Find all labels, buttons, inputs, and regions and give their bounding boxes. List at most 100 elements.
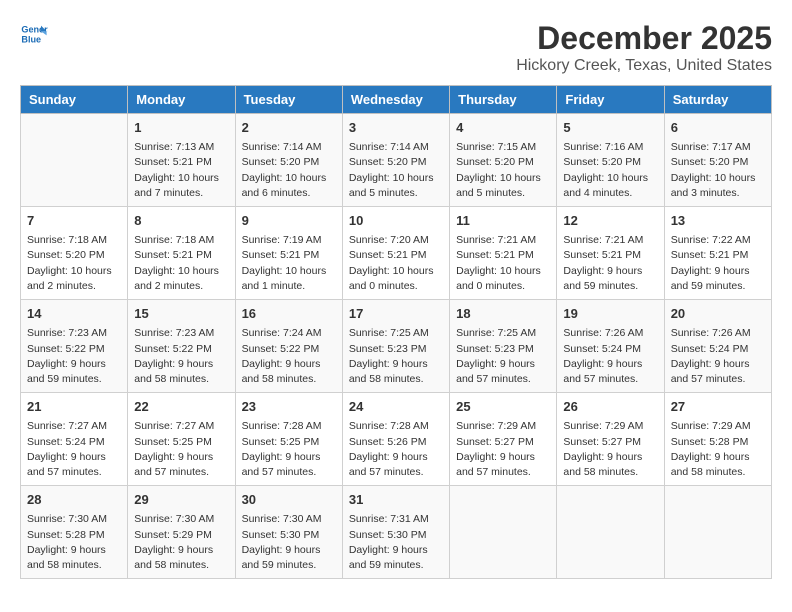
day-info: Sunrise: 7:14 AM Sunset: 5:20 PM Dayligh… <box>242 140 336 201</box>
calendar-cell: 24 Sunrise: 7:28 AM Sunset: 5:26 PM Dayli… <box>342 393 449 486</box>
title-area: December 2025 Hickory Creek, Texas, Unit… <box>516 20 772 75</box>
calendar-cell: 15 Sunrise: 7:23 AM Sunset: 5:22 PM Dayli… <box>128 300 235 393</box>
day-number: 9 <box>242 212 336 230</box>
day-info: Sunrise: 7:20 AM Sunset: 5:21 PM Dayligh… <box>349 233 443 294</box>
day-info: Sunrise: 7:30 AM Sunset: 5:29 PM Dayligh… <box>134 512 228 573</box>
day-number: 26 <box>563 398 657 416</box>
day-info: Sunrise: 7:29 AM Sunset: 5:27 PM Dayligh… <box>456 419 550 480</box>
day-info: Sunrise: 7:29 AM Sunset: 5:27 PM Dayligh… <box>563 419 657 480</box>
calendar-cell: 3 Sunrise: 7:14 AM Sunset: 5:20 PM Daylig… <box>342 114 449 207</box>
day-number: 4 <box>456 119 550 137</box>
day-info: Sunrise: 7:28 AM Sunset: 5:26 PM Dayligh… <box>349 419 443 480</box>
day-info: Sunrise: 7:22 AM Sunset: 5:21 PM Dayligh… <box>671 233 765 294</box>
logo-icon: General Blue <box>20 20 48 48</box>
col-header-sunday: Sunday <box>21 86 128 114</box>
day-number: 13 <box>671 212 765 230</box>
calendar-cell: 4 Sunrise: 7:15 AM Sunset: 5:20 PM Daylig… <box>450 114 557 207</box>
col-header-thursday: Thursday <box>450 86 557 114</box>
day-info: Sunrise: 7:28 AM Sunset: 5:25 PM Dayligh… <box>242 419 336 480</box>
calendar-cell: 13 Sunrise: 7:22 AM Sunset: 5:21 PM Dayli… <box>664 207 771 300</box>
calendar-cell: 29 Sunrise: 7:30 AM Sunset: 5:29 PM Dayli… <box>128 486 235 579</box>
day-number: 6 <box>671 119 765 137</box>
calendar-cell: 8 Sunrise: 7:18 AM Sunset: 5:21 PM Daylig… <box>128 207 235 300</box>
day-number: 24 <box>349 398 443 416</box>
calendar-cell: 18 Sunrise: 7:25 AM Sunset: 5:23 PM Dayli… <box>450 300 557 393</box>
day-number: 25 <box>456 398 550 416</box>
day-number: 19 <box>563 305 657 323</box>
calendar-cell: 1Sunrise: 7:13 AM Sunset: 5:21 PM Daylig… <box>128 114 235 207</box>
day-info: Sunrise: 7:27 AM Sunset: 5:25 PM Dayligh… <box>134 419 228 480</box>
day-number: 5 <box>563 119 657 137</box>
calendar-cell <box>557 486 664 579</box>
day-number: 30 <box>242 491 336 509</box>
calendar-week-row: 14Sunrise: 7:23 AM Sunset: 5:22 PM Dayli… <box>21 300 772 393</box>
calendar-cell: 5Sunrise: 7:16 AM Sunset: 5:20 PM Daylig… <box>557 114 664 207</box>
day-info: Sunrise: 7:30 AM Sunset: 5:30 PM Dayligh… <box>242 512 336 573</box>
day-info: Sunrise: 7:18 AM Sunset: 5:21 PM Dayligh… <box>134 233 228 294</box>
day-info: Sunrise: 7:25 AM Sunset: 5:23 PM Dayligh… <box>456 326 550 387</box>
day-info: Sunrise: 7:26 AM Sunset: 5:24 PM Dayligh… <box>671 326 765 387</box>
calendar-week-row: 28Sunrise: 7:30 AM Sunset: 5:28 PM Dayli… <box>21 486 772 579</box>
calendar-cell: 30 Sunrise: 7:30 AM Sunset: 5:30 PM Dayli… <box>235 486 342 579</box>
day-number: 3 <box>349 119 443 137</box>
col-header-wednesday: Wednesday <box>342 86 449 114</box>
calendar-table: SundayMondayTuesdayWednesdayThursdayFrid… <box>20 85 772 579</box>
day-number: 15 <box>134 305 228 323</box>
day-info: Sunrise: 7:31 AM Sunset: 5:30 PM Dayligh… <box>349 512 443 573</box>
day-info: Sunrise: 7:25 AM Sunset: 5:23 PM Dayligh… <box>349 326 443 387</box>
day-info: Sunrise: 7:29 AM Sunset: 5:28 PM Dayligh… <box>671 419 765 480</box>
day-info: Sunrise: 7:19 AM Sunset: 5:21 PM Dayligh… <box>242 233 336 294</box>
calendar-cell: 9 Sunrise: 7:19 AM Sunset: 5:21 PM Daylig… <box>235 207 342 300</box>
calendar-cell: 11 Sunrise: 7:21 AM Sunset: 5:21 PM Dayli… <box>450 207 557 300</box>
calendar-cell: 10 Sunrise: 7:20 AM Sunset: 5:21 PM Dayli… <box>342 207 449 300</box>
day-info: Sunrise: 7:23 AM Sunset: 5:22 PM Dayligh… <box>27 326 121 387</box>
day-number: 23 <box>242 398 336 416</box>
col-header-saturday: Saturday <box>664 86 771 114</box>
day-info: Sunrise: 7:21 AM Sunset: 5:21 PM Dayligh… <box>456 233 550 294</box>
header-row: SundayMondayTuesdayWednesdayThursdayFrid… <box>21 86 772 114</box>
day-info: Sunrise: 7:23 AM Sunset: 5:22 PM Dayligh… <box>134 326 228 387</box>
day-number: 11 <box>456 212 550 230</box>
calendar-cell: 28Sunrise: 7:30 AM Sunset: 5:28 PM Dayli… <box>21 486 128 579</box>
calendar-cell <box>664 486 771 579</box>
calendar-cell: 7Sunrise: 7:18 AM Sunset: 5:20 PM Daylig… <box>21 207 128 300</box>
calendar-cell: 6 Sunrise: 7:17 AM Sunset: 5:20 PM Daylig… <box>664 114 771 207</box>
calendar-cell: 23 Sunrise: 7:28 AM Sunset: 5:25 PM Dayli… <box>235 393 342 486</box>
calendar-cell: 12 Sunrise: 7:21 AM Sunset: 5:21 PM Dayli… <box>557 207 664 300</box>
calendar-week-row: 7Sunrise: 7:18 AM Sunset: 5:20 PM Daylig… <box>21 207 772 300</box>
day-number: 12 <box>563 212 657 230</box>
day-number: 31 <box>349 491 443 509</box>
svg-text:Blue: Blue <box>21 34 41 44</box>
calendar-week-row: 21Sunrise: 7:27 AM Sunset: 5:24 PM Dayli… <box>21 393 772 486</box>
calendar-cell: 16 Sunrise: 7:24 AM Sunset: 5:22 PM Dayli… <box>235 300 342 393</box>
day-info: Sunrise: 7:14 AM Sunset: 5:20 PM Dayligh… <box>349 140 443 201</box>
calendar-cell: 27 Sunrise: 7:29 AM Sunset: 5:28 PM Dayli… <box>664 393 771 486</box>
day-number: 27 <box>671 398 765 416</box>
day-number: 2 <box>242 119 336 137</box>
day-info: Sunrise: 7:18 AM Sunset: 5:20 PM Dayligh… <box>27 233 121 294</box>
day-number: 8 <box>134 212 228 230</box>
calendar-cell: 20Sunrise: 7:26 AM Sunset: 5:24 PM Dayli… <box>664 300 771 393</box>
day-info: Sunrise: 7:24 AM Sunset: 5:22 PM Dayligh… <box>242 326 336 387</box>
calendar-cell: 22Sunrise: 7:27 AM Sunset: 5:25 PM Dayli… <box>128 393 235 486</box>
day-number: 16 <box>242 305 336 323</box>
day-info: Sunrise: 7:27 AM Sunset: 5:24 PM Dayligh… <box>27 419 121 480</box>
calendar-cell: 31 Sunrise: 7:31 AM Sunset: 5:30 PM Dayli… <box>342 486 449 579</box>
col-header-friday: Friday <box>557 86 664 114</box>
subtitle: Hickory Creek, Texas, United States <box>516 57 772 75</box>
header: General Blue December 2025 Hickory Creek… <box>20 20 772 75</box>
calendar-cell: 19Sunrise: 7:26 AM Sunset: 5:24 PM Dayli… <box>557 300 664 393</box>
day-number: 10 <box>349 212 443 230</box>
day-number: 29 <box>134 491 228 509</box>
calendar-cell: 2 Sunrise: 7:14 AM Sunset: 5:20 PM Daylig… <box>235 114 342 207</box>
calendar-cell <box>21 114 128 207</box>
main-title: December 2025 <box>516 20 772 57</box>
calendar-cell: 26 Sunrise: 7:29 AM Sunset: 5:27 PM Dayli… <box>557 393 664 486</box>
calendar-cell <box>450 486 557 579</box>
day-info: Sunrise: 7:21 AM Sunset: 5:21 PM Dayligh… <box>563 233 657 294</box>
day-number: 18 <box>456 305 550 323</box>
day-number: 17 <box>349 305 443 323</box>
day-info: Sunrise: 7:15 AM Sunset: 5:20 PM Dayligh… <box>456 140 550 201</box>
day-info: Sunrise: 7:17 AM Sunset: 5:20 PM Dayligh… <box>671 140 765 201</box>
day-info: Sunrise: 7:13 AM Sunset: 5:21 PM Dayligh… <box>134 140 228 201</box>
